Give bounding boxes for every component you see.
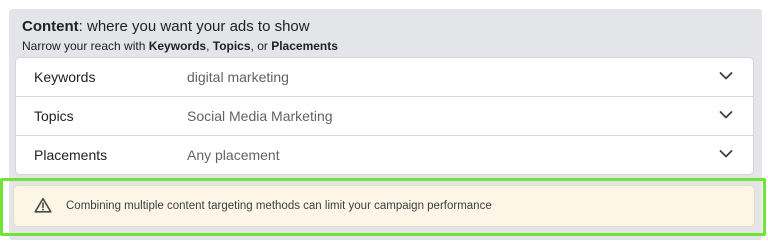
row-label-placements: Placements bbox=[34, 147, 108, 163]
subtitle-keywords: Keywords bbox=[148, 39, 207, 53]
subtitle-topics: Topics bbox=[212, 39, 251, 53]
subtitle-placements: Placements bbox=[271, 39, 338, 53]
highlight-outline bbox=[0, 178, 766, 236]
panel-subtitle: Narrow your reach with Keywords, Topics,… bbox=[22, 39, 338, 54]
panel-header: Content: where you want your ads to show… bbox=[22, 18, 338, 54]
row-keywords[interactable]: Keywords digital marketing bbox=[16, 58, 753, 97]
row-value-keywords: digital marketing bbox=[187, 69, 289, 85]
title-bold: Content bbox=[22, 18, 79, 35]
chevron-down-icon[interactable] bbox=[719, 110, 733, 120]
subtitle-sep-1: , bbox=[206, 39, 213, 53]
chevron-down-icon[interactable] bbox=[719, 149, 733, 159]
row-label-topics: Topics bbox=[34, 108, 74, 124]
title-rest: : where you want your ads to show bbox=[78, 18, 310, 35]
row-label-keywords: Keywords bbox=[34, 69, 96, 85]
row-value-topics: Social Media Marketing bbox=[187, 108, 333, 124]
row-topics[interactable]: Topics Social Media Marketing bbox=[16, 97, 753, 136]
chevron-down-icon[interactable] bbox=[719, 71, 733, 81]
targeting-rows: Keywords digital marketing Topics Social… bbox=[16, 58, 753, 174]
row-placements[interactable]: Placements Any placement bbox=[16, 136, 753, 174]
row-value-placements: Any placement bbox=[187, 147, 280, 163]
subtitle-prefix: Narrow your reach with bbox=[22, 39, 149, 53]
panel-title: Content: where you want your ads to show bbox=[22, 18, 338, 36]
subtitle-sep-2: , or bbox=[250, 39, 272, 53]
